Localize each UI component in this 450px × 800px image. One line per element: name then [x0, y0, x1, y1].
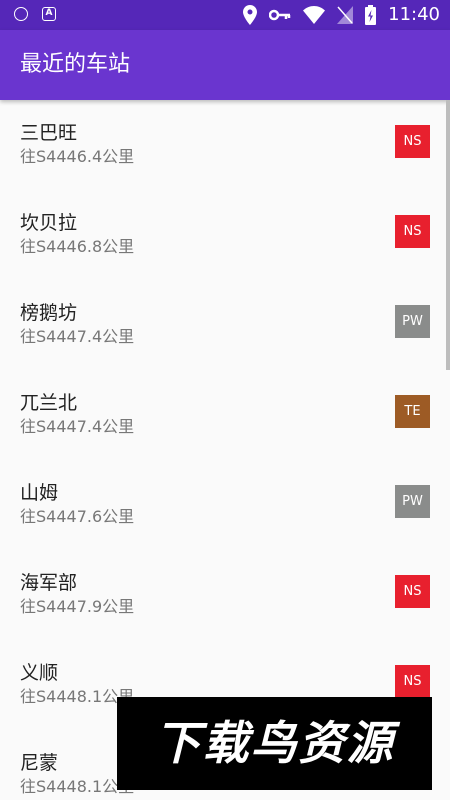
- shield-icon: [14, 7, 28, 21]
- app-bar: 最近的车站: [0, 30, 450, 100]
- no-sim-icon: [337, 6, 354, 24]
- station-distance: 往S4447.6公里: [20, 507, 135, 526]
- line-badge: TE: [395, 395, 430, 428]
- status-right-icons: 11:40: [243, 4, 440, 26]
- line-badge: NS: [395, 575, 430, 608]
- location-icon: [243, 5, 258, 25]
- wifi-icon: [303, 6, 326, 24]
- station-distance: 往S4446.4公里: [20, 147, 135, 166]
- station-list[interactable]: 三巴旺 往S4446.4公里 NS 坎贝拉 往S4446.8公里 NS 榜鹅坊 …: [0, 100, 450, 800]
- list-item[interactable]: 海军部 往S4447.9公里 NS: [0, 550, 450, 640]
- station-distance: 往S4447.4公里: [20, 327, 135, 346]
- station-name: 山姆: [20, 482, 59, 504]
- station-name: 三巴旺: [20, 122, 78, 144]
- line-badge: NS: [395, 125, 430, 158]
- station-name: 榜鹅坊: [20, 302, 78, 324]
- station-name: 海军部: [20, 572, 78, 594]
- a-icon: A: [42, 7, 56, 21]
- key-icon: [269, 9, 291, 21]
- status-bar: A 11:40: [0, 0, 450, 30]
- list-item[interactable]: 兀兰北 往S4447.4公里 TE: [0, 370, 450, 460]
- list-item[interactable]: 三巴旺 往S4446.4公里 NS: [0, 100, 450, 190]
- list-item[interactable]: 山姆 往S4447.6公里 PW: [0, 460, 450, 550]
- page-title: 最近的车站: [20, 52, 131, 77]
- station-distance: 往S4447.4公里: [20, 417, 135, 436]
- line-badge: NS: [395, 665, 430, 698]
- station-name: 坎贝拉: [20, 212, 78, 234]
- station-name: 义顺: [20, 662, 59, 684]
- line-badge: PW: [395, 485, 430, 518]
- battery-charging-icon: [365, 5, 377, 25]
- scrollbar[interactable]: [446, 100, 450, 370]
- line-badge: NS: [395, 215, 430, 248]
- station-distance: 往S4447.9公里: [20, 597, 135, 616]
- watermark: 下载鸟资源: [117, 697, 432, 790]
- status-time: 11:40: [388, 4, 440, 25]
- line-badge: PW: [395, 305, 430, 338]
- station-name: 兀兰北: [20, 392, 78, 414]
- station-name: 尼蒙: [20, 752, 59, 774]
- list-item[interactable]: 榜鹅坊 往S4447.4公里 PW: [0, 280, 450, 370]
- list-item[interactable]: 坎贝拉 往S4446.8公里 NS: [0, 190, 450, 280]
- station-distance: 往S4446.8公里: [20, 237, 135, 256]
- status-left-icons: A: [14, 7, 56, 21]
